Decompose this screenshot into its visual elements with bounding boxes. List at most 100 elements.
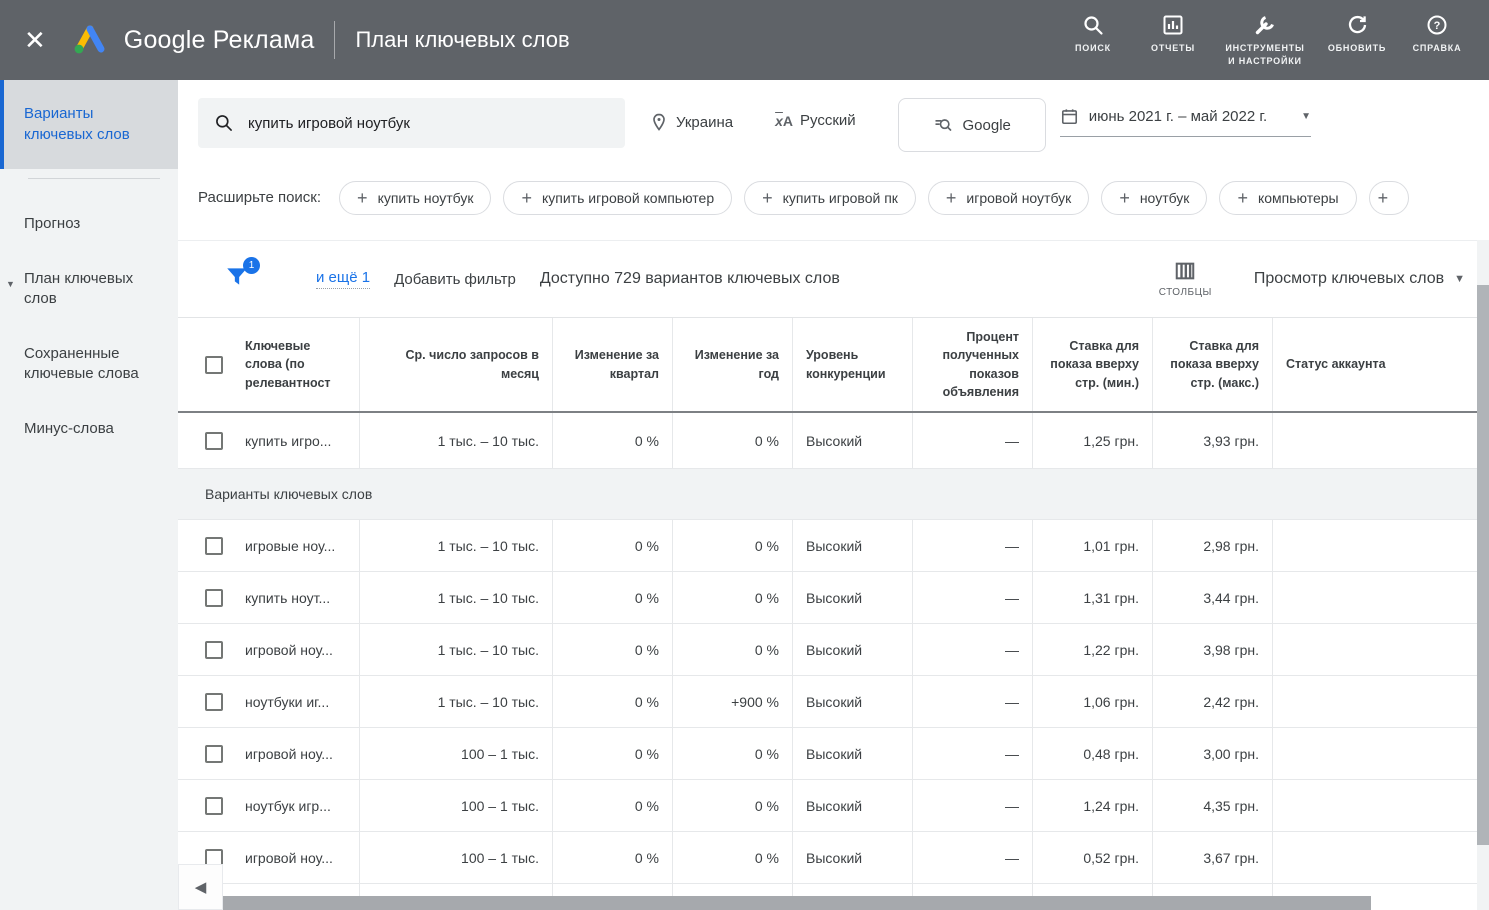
help-button[interactable]: ? СПРАВКА xyxy=(1399,7,1475,60)
table-row[interactable]: игровой ноу... 100 – 1 тыс. 0 % 0 % Высо… xyxy=(178,832,1489,884)
page-title: План ключевых слов xyxy=(355,27,569,53)
add-filter-button[interactable]: Добавить фильтр xyxy=(394,271,516,288)
impression-share-cell: — xyxy=(913,572,1033,623)
volume-cell: 1 тыс. – 10 тыс. xyxy=(360,624,553,675)
competition-cell: Высокий xyxy=(793,676,913,727)
keyword-cell: купить ноут... xyxy=(245,590,330,606)
expand-search-chip[interactable]: +купить игровой компьютер xyxy=(503,181,732,215)
table-row[interactable]: ноутбук игр... 100 – 1 тыс. 0 % 0 % Высо… xyxy=(178,780,1489,832)
select-all-checkbox[interactable] xyxy=(205,356,223,374)
header-avg-monthly-searches[interactable]: Ср. число запросов в месяц xyxy=(360,318,553,411)
scroll-left-button[interactable]: ◀ xyxy=(178,864,223,910)
plus-icon: + xyxy=(946,189,957,207)
header-impression-share[interactable]: Процент полученных показов объявления xyxy=(913,318,1033,411)
more-filters-link[interactable]: и ещё 1 xyxy=(316,269,370,289)
row-checkbox[interactable] xyxy=(205,432,223,450)
tools-settings-button[interactable]: ИНСТРУМЕНТЫ И НАСТРОЙКИ xyxy=(1215,7,1315,72)
sidebar-item-keyword-plan[interactable]: ▼ План ключевых слов xyxy=(0,269,178,309)
expand-search-chip[interactable]: +купить ноутбук xyxy=(339,181,491,215)
filter-bar: 1 и ещё 1 Добавить фильтр Доступно 729 в… xyxy=(178,240,1489,318)
header-account-status[interactable]: Статус аккаунта xyxy=(1273,318,1489,411)
bid-high-cell: 3,98 грн. xyxy=(1153,624,1273,675)
volume-cell: 100 – 1 тыс. xyxy=(360,780,553,831)
expand-search-chip[interactable]: +купить игровой пк xyxy=(744,181,916,215)
row-checkbox[interactable] xyxy=(205,589,223,607)
expand-search-chip-clipped[interactable]: + xyxy=(1369,181,1409,215)
table-row[interactable]: игровые ноу... 1 тыс. – 10 тыс. 0 % 0 % … xyxy=(178,520,1489,572)
table-row[interactable]: купить ноут... 1 тыс. – 10 тыс. 0 % 0 % … xyxy=(178,572,1489,624)
language-selector[interactable]: xA Русский xyxy=(775,112,856,129)
volume-cell: 1 тыс. – 10 тыс. xyxy=(360,520,553,571)
table-row-seed[interactable]: купить игро... 1 тыс. – 10 тыс. 0 % 0 % … xyxy=(178,413,1489,469)
bid-high-cell: 3,00 грн. xyxy=(1153,728,1273,779)
columns-label: СТОЛБЦЫ xyxy=(1159,287,1212,298)
account-status-cell xyxy=(1273,413,1489,468)
location-pin-icon xyxy=(649,112,669,132)
main-content: купить игровой ноутбук Украина xA Русски… xyxy=(178,80,1489,910)
filter-button[interactable]: 1 xyxy=(224,263,254,295)
yearly-change-cell: 0 % xyxy=(673,624,793,675)
sidebar-item-keyword-ideas[interactable]: Варианты ключевых слов xyxy=(0,80,178,169)
header-competition[interactable]: Уровень конкуренции xyxy=(793,318,913,411)
columns-button[interactable]: СТОЛБЦЫ xyxy=(1159,260,1212,298)
network-selector[interactable]: Google xyxy=(898,98,1046,152)
table-row[interactable]: игровой ноу... 100 – 1 тыс. 0 % 0 % Высо… xyxy=(178,728,1489,780)
plus-icon: + xyxy=(1119,189,1130,207)
row-checkbox[interactable] xyxy=(205,537,223,555)
search-button[interactable]: ПОИСК xyxy=(1055,7,1131,60)
header-top-bid-high[interactable]: Ставка для показа вверху стр. (макс.) xyxy=(1153,318,1273,411)
row-checkbox[interactable] xyxy=(205,693,223,711)
keyword-search-input[interactable]: купить игровой ноутбук xyxy=(198,98,625,148)
sidebar: Варианты ключевых слов Прогноз ▼ План кл… xyxy=(0,80,178,910)
quarterly-change-cell: 0 % xyxy=(553,413,673,468)
location-selector[interactable]: Украина xyxy=(649,112,733,132)
yearly-change-cell: 0 % xyxy=(673,832,793,883)
sidebar-item-saved-keywords[interactable]: Сохраненные ключевые слова xyxy=(0,344,178,384)
yearly-change-cell: 0 % xyxy=(673,413,793,468)
keyword-cell: игровой ноу... xyxy=(245,746,333,762)
row-checkbox[interactable] xyxy=(205,797,223,815)
date-range-selector[interactable]: июнь 2021 г. – май 2022 г. ▼ xyxy=(1060,107,1311,137)
network-value: Google xyxy=(963,117,1011,134)
close-icon[interactable]: ✕ xyxy=(24,27,46,53)
expand-search-chip[interactable]: +ноутбук xyxy=(1101,181,1207,215)
language-value: Русский xyxy=(800,112,856,129)
expand-search-chip[interactable]: + игровой ноутбук xyxy=(928,181,1089,215)
volume-cell: 100 – 1 тыс. xyxy=(360,728,553,779)
chip-label: компьютеры xyxy=(1258,190,1339,206)
table-row[interactable]: игровой ноу... 1 тыс. – 10 тыс. 0 % 0 % … xyxy=(178,624,1489,676)
keyword-cell: игровой ноу... xyxy=(245,850,333,866)
table-row[interactable]: ноутбуки иг... 1 тыс. – 10 тыс. 0 % +900… xyxy=(178,676,1489,728)
header-top-bid-low[interactable]: Ставка для показа вверху стр. (мин.) xyxy=(1033,318,1153,411)
expand-search-chip[interactable]: +компьютеры xyxy=(1219,181,1356,215)
vertical-scrollbar-thumb[interactable] xyxy=(1477,285,1489,845)
location-value: Украина xyxy=(676,114,733,131)
impression-share-cell: — xyxy=(913,832,1033,883)
keyword-cell: игровые ноу... xyxy=(245,538,335,554)
row-checkbox[interactable] xyxy=(205,641,223,659)
refresh-button[interactable]: ОБНОВИТЬ xyxy=(1319,7,1395,60)
quarterly-change-cell: 0 % xyxy=(553,832,673,883)
chip-label: купить игровой компьютер xyxy=(542,190,714,206)
quarterly-change-cell: 0 % xyxy=(553,728,673,779)
reports-button[interactable]: ОТЧЕТЫ xyxy=(1135,7,1211,60)
bid-low-cell: 1,25 грн. xyxy=(1033,413,1153,468)
vertical-scrollbar[interactable] xyxy=(1477,240,1489,910)
header-yearly-change[interactable]: Изменение за год xyxy=(673,318,793,411)
sidebar-item-forecast[interactable]: Прогноз xyxy=(0,214,178,234)
brand-name: Google Реклама xyxy=(124,26,315,55)
divider xyxy=(28,178,160,179)
horizontal-scrollbar-thumb[interactable] xyxy=(223,896,1371,910)
chevron-down-icon: ▼ xyxy=(1301,111,1311,122)
competition-cell: Высокий xyxy=(793,413,913,468)
keyword-view-selector[interactable]: Просмотр ключевых слов ▼ xyxy=(1254,270,1465,288)
account-status-cell xyxy=(1273,572,1489,623)
translate-icon: xA xyxy=(775,113,793,129)
chip-label: игровой ноутбук xyxy=(966,190,1071,206)
table-body: игровые ноу... 1 тыс. – 10 тыс. 0 % 0 % … xyxy=(178,520,1489,884)
keyword-cell: ноутбук игр... xyxy=(245,798,331,814)
header-keywords[interactable]: Ключевые слова (по релевантност xyxy=(178,318,360,411)
sidebar-item-negative-keywords[interactable]: Минус-слова xyxy=(0,419,178,439)
header-quarterly-change[interactable]: Изменение за квартал xyxy=(553,318,673,411)
row-checkbox[interactable] xyxy=(205,745,223,763)
